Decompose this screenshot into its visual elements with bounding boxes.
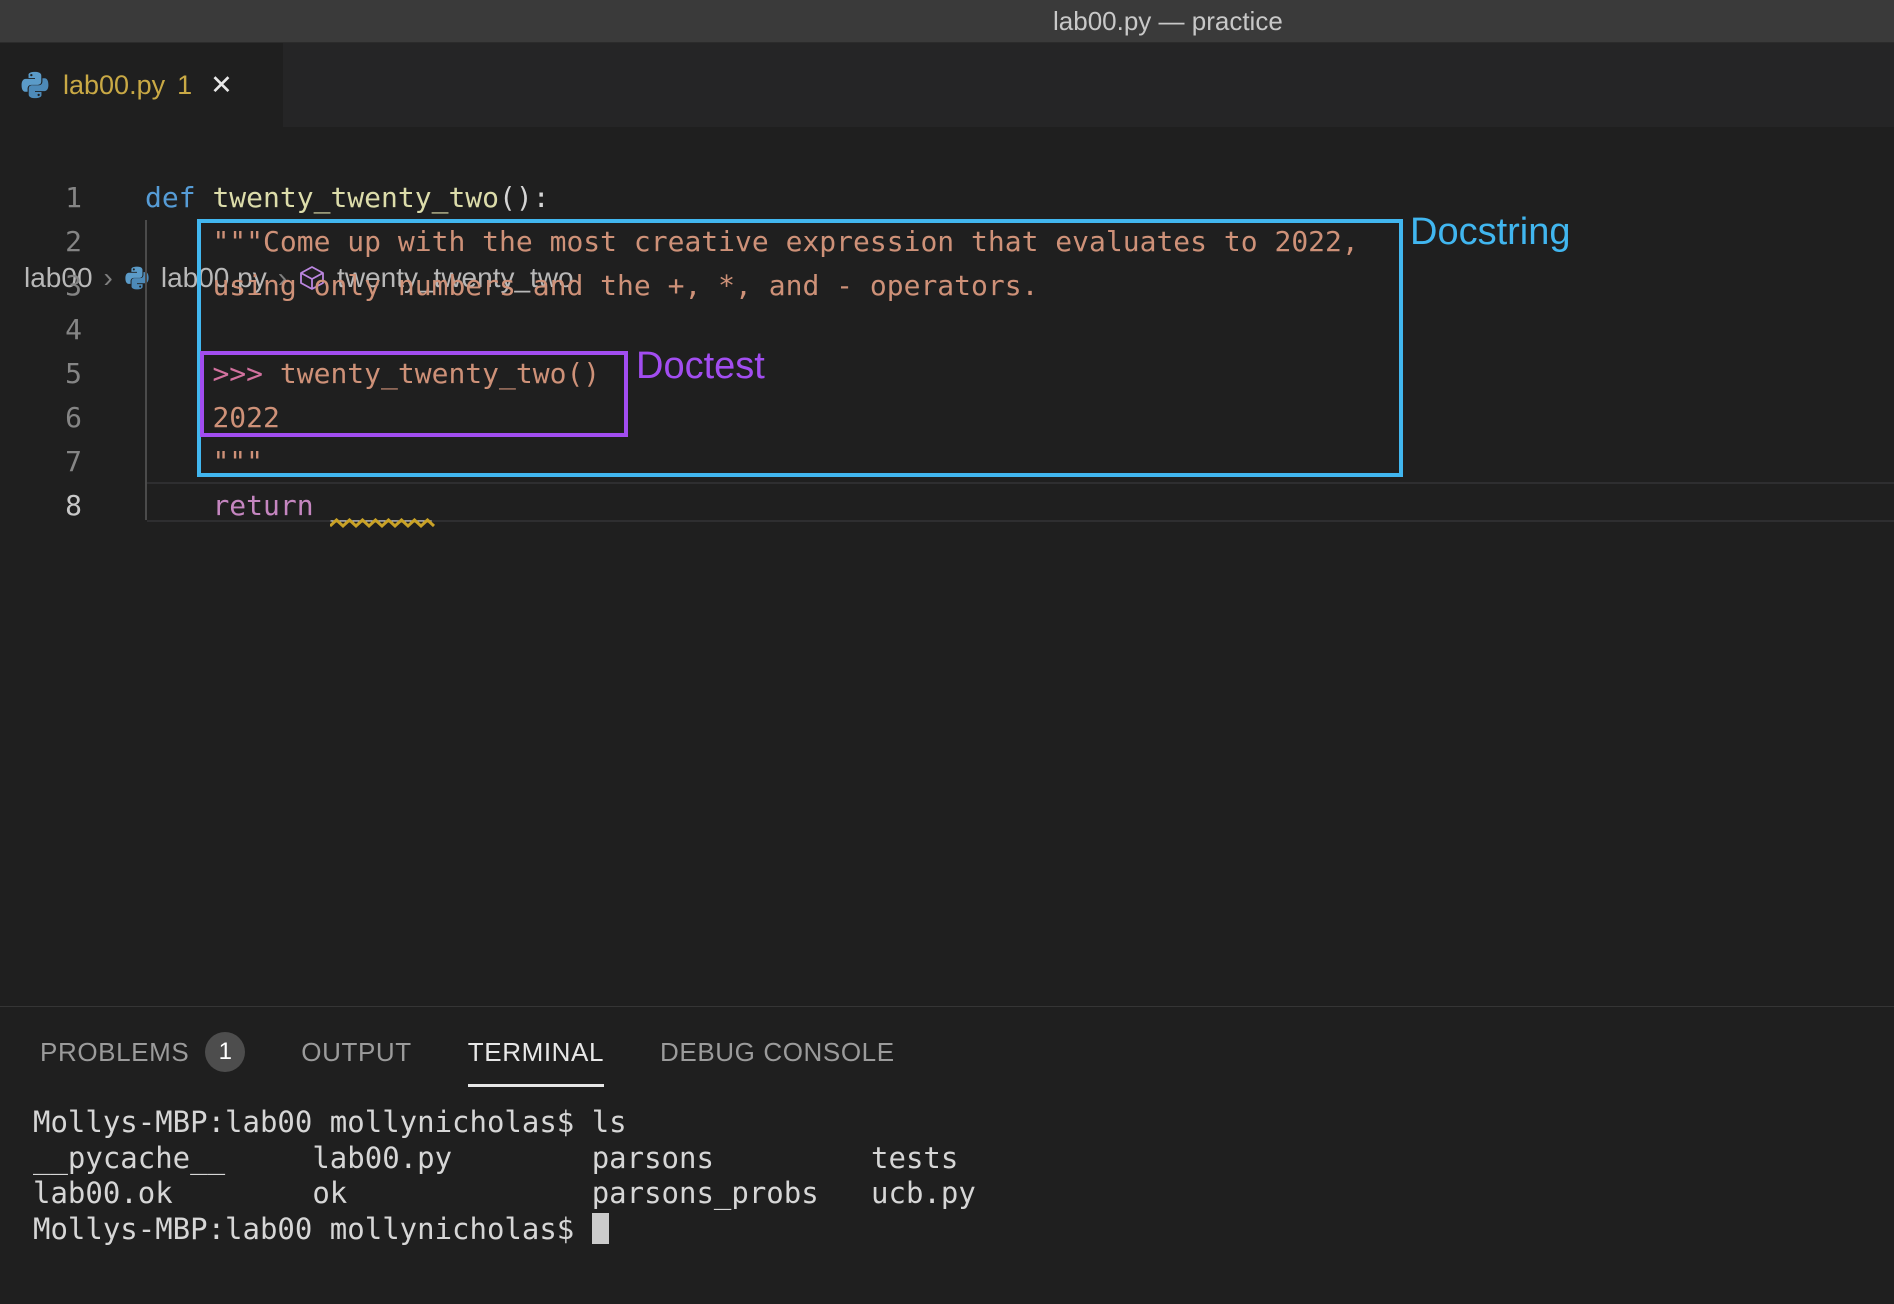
line-number[interactable]: 4 (0, 308, 82, 352)
panel-tab-label: OUTPUT (301, 1037, 411, 1068)
panel-tab-debug-console[interactable]: DEBUG CONSOLE (660, 1012, 895, 1092)
close-icon[interactable]: ✕ (210, 70, 233, 101)
vscode-window: lab00.py — practice lab00.py 1 ✕ lab00 ›… (0, 0, 1894, 1304)
code-text: """ (145, 440, 263, 484)
panel-tab-bar: PROBLEMS 1 OUTPUT TERMINAL DEBUG CONSOLE (40, 1012, 895, 1092)
code-line-2[interactable]: 2 """Come up with the most creative expr… (0, 220, 1894, 264)
code-line-7[interactable]: 7 """ (0, 440, 1894, 484)
line-number[interactable]: 6 (0, 396, 82, 440)
panel-tab-problems[interactable]: PROBLEMS 1 (40, 1012, 245, 1092)
line-number[interactable]: 5 (0, 352, 82, 396)
editor-pane[interactable]: lab00 › lab00.py › twenty_twenty_two 1de… (0, 127, 1894, 1006)
problems-count-badge: 1 (205, 1032, 245, 1072)
tab-dirty-count: 1 (177, 70, 192, 101)
python-icon (20, 70, 50, 100)
terminal[interactable]: Mollys-MBP:lab00 mollynicholas$ ls__pyca… (33, 1105, 1894, 1247)
window-title: lab00.py — practice (1053, 0, 1283, 42)
code-line-5[interactable]: 5 >>> twenty_twenty_two() (0, 352, 1894, 396)
terminal-line: lab00.ok ok parsons_probs ucb.py (33, 1176, 1894, 1212)
tab-lab00py[interactable]: lab00.py 1 ✕ (0, 43, 283, 127)
terminal-line: Mollys-MBP:lab00 mollynicholas$ ls (33, 1105, 1894, 1141)
line-number[interactable]: 1 (0, 176, 82, 220)
code-text: 2022 (145, 396, 280, 440)
window-titlebar: lab00.py — practice (0, 0, 1894, 43)
terminal-line: __pycache__ lab00.py parsons tests (33, 1141, 1894, 1177)
tab-label: lab00.py (63, 70, 165, 101)
panel-tab-label: PROBLEMS (40, 1037, 189, 1068)
tab-bar: lab00.py 1 ✕ (0, 43, 1894, 127)
panel-tab-terminal[interactable]: TERMINAL (468, 1012, 604, 1092)
panel-tab-output[interactable]: OUTPUT (301, 1012, 411, 1092)
line-number[interactable]: 7 (0, 440, 82, 484)
code-line-8[interactable]: 8 return ______ (0, 484, 1894, 528)
code-text: """Come up with the most creative expres… (145, 220, 1359, 264)
code-line-4[interactable]: 4 (0, 308, 1894, 352)
warning-squiggle-icon (330, 518, 436, 529)
panel-tab-label: TERMINAL (468, 1037, 604, 1068)
panel-tab-label: DEBUG CONSOLE (660, 1037, 895, 1068)
line-number[interactable]: 2 (0, 220, 82, 264)
panel-divider[interactable] (0, 1006, 1894, 1007)
docstring-annotation-label: Docstring (1410, 211, 1571, 254)
code-text: using only numbers and the +, *, and - o… (145, 264, 1038, 308)
code-text: >>> twenty_twenty_two() (145, 352, 600, 396)
code-line-1[interactable]: 1 def twenty_twenty_two(): (0, 176, 1894, 220)
doctest-annotation-label: Doctest (636, 345, 765, 388)
line-number[interactable]: 3 (0, 264, 82, 308)
line-number[interactable]: 8 (0, 484, 82, 528)
code-text: def twenty_twenty_two(): (145, 176, 550, 220)
code-line-3[interactable]: 3 using only numbers and the +, *, and -… (0, 264, 1894, 308)
terminal-line: Mollys-MBP:lab00 mollynicholas$ (33, 1212, 1894, 1248)
terminal-cursor (592, 1213, 609, 1244)
code-line-6[interactable]: 6 2022 (0, 396, 1894, 440)
